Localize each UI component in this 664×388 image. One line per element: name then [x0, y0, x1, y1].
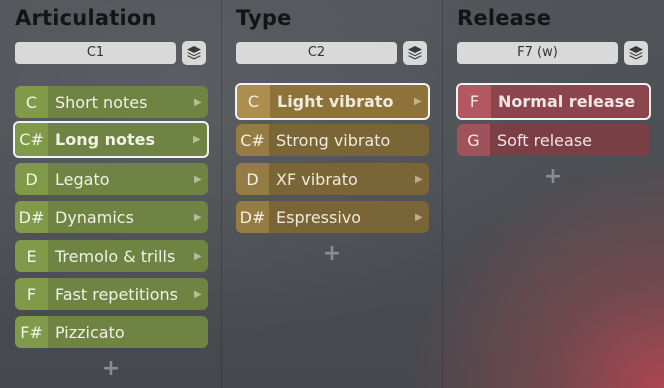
trigger-note: D	[236, 163, 269, 195]
column-title: Type	[236, 6, 292, 30]
type-item[interactable]: D XF vibrato ▶	[236, 163, 429, 195]
item-label: Legato	[55, 169, 110, 189]
trigger-note: D	[15, 163, 48, 195]
articulation-column: Articulation C1 C Short notes ▶ C# Long …	[13, 0, 210, 388]
column-divider	[442, 0, 443, 388]
chevron-right-icon: ▶	[415, 211, 423, 223]
layers-button[interactable]	[403, 41, 427, 65]
articulation-item[interactable]: D Legato ▶	[15, 163, 208, 195]
chevron-right-icon: ▶	[193, 134, 201, 145]
layers-button[interactable]	[182, 41, 206, 65]
layers-icon	[629, 46, 643, 60]
type-column: Type C2 C Light vibrato ▶ C# Strong vibr…	[235, 0, 431, 388]
item-label: Soft release	[497, 130, 592, 150]
articulation-item[interactable]: C Short notes ▶	[15, 86, 208, 118]
item-label: Short notes	[55, 92, 148, 112]
trigger-note: C#	[15, 123, 48, 156]
articulation-item[interactable]: C# Long notes ▶	[13, 121, 209, 158]
trigger-note: E	[15, 240, 48, 272]
item-label: Tremolo & trills	[55, 246, 176, 266]
type-item[interactable]: D# Espressivo ▶	[236, 201, 429, 233]
item-label: Dynamics	[55, 207, 134, 227]
articulation-item[interactable]: E Tremolo & trills ▶	[15, 240, 208, 272]
chevron-right-icon: ▶	[194, 288, 202, 300]
key-switch-field[interactable]: C2	[236, 42, 397, 64]
add-release-button[interactable]: +	[543, 164, 563, 189]
add-articulation-button[interactable]: +	[101, 356, 121, 381]
item-label: Long notes	[55, 130, 156, 149]
key-switch-field[interactable]: F7 (w)	[457, 42, 618, 64]
release-item[interactable]: G Soft release	[457, 124, 650, 156]
item-label: Fast repetitions	[55, 284, 179, 304]
type-item[interactable]: C# Strong vibrato	[236, 124, 429, 156]
layers-icon	[187, 46, 201, 60]
release-item[interactable]: F Normal release	[456, 83, 651, 120]
item-label: Espressivo	[276, 207, 362, 227]
item-label: Normal release	[498, 92, 636, 111]
trigger-note: C#	[236, 124, 269, 156]
column-divider	[221, 0, 222, 388]
trigger-note: D#	[236, 201, 269, 233]
item-label: Strong vibrato	[276, 130, 391, 150]
trigger-note: C	[237, 85, 270, 118]
column-title: Release	[457, 6, 552, 30]
item-label: XF vibrato	[276, 169, 358, 189]
item-label: Light vibrato	[277, 92, 394, 111]
articulation-item[interactable]: F# Pizzicato	[15, 316, 208, 348]
chevron-right-icon: ▶	[415, 173, 423, 185]
trigger-note: F	[15, 278, 48, 310]
item-label: Pizzicato	[55, 322, 125, 342]
chevron-right-icon: ▶	[194, 211, 202, 223]
release-column: Release F7 (w) F Normal release G Soft r…	[456, 0, 652, 388]
layers-icon	[408, 46, 422, 60]
trigger-note: G	[457, 124, 490, 156]
key-switch-field[interactable]: C1	[15, 42, 176, 64]
trigger-note: F#	[15, 316, 48, 348]
layers-button[interactable]	[624, 41, 648, 65]
chevron-right-icon: ▶	[194, 96, 202, 108]
trigger-note: D#	[15, 201, 48, 233]
articulation-item[interactable]: D# Dynamics ▶	[15, 201, 208, 233]
column-title: Articulation	[15, 6, 157, 30]
trigger-note: F	[458, 85, 491, 118]
chevron-right-icon: ▶	[194, 250, 202, 262]
trigger-note: C	[15, 86, 48, 118]
type-item[interactable]: C Light vibrato ▶	[235, 83, 430, 120]
add-type-button[interactable]: +	[322, 241, 342, 266]
chevron-right-icon: ▶	[194, 173, 202, 185]
chevron-right-icon: ▶	[414, 96, 422, 107]
articulation-item[interactable]: F Fast repetitions ▶	[15, 278, 208, 310]
